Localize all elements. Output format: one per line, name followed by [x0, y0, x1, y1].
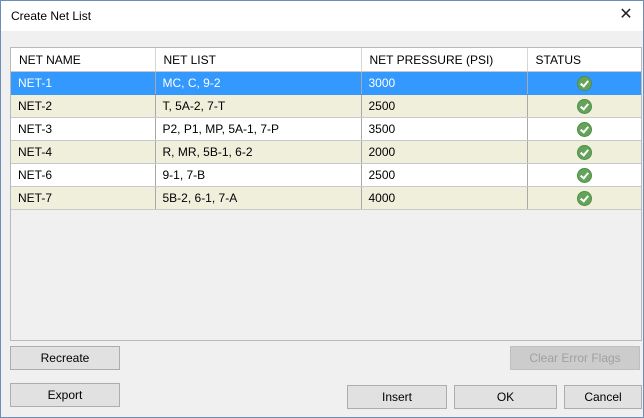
table-row[interactable]: NET-1 MC, C, 9-2 3000 — [11, 71, 641, 95]
close-icon[interactable]: ✕ — [615, 5, 637, 25]
cancel-button[interactable]: Cancel — [564, 385, 642, 409]
table-row[interactable]: NET-7 5B-2, 6-1, 7-A 4000 — [11, 186, 641, 210]
column-header-net-name[interactable]: NET NAME — [11, 48, 156, 72]
table-header-row: NET NAME NET LIST NET PRESSURE (PSI) STA… — [11, 48, 641, 72]
net-list-cell[interactable]: P2, P1, MP, 5A-1, 7-P — [155, 117, 362, 141]
check-circle-icon — [576, 121, 592, 137]
status-cell[interactable] — [527, 117, 641, 141]
net-name-cell[interactable]: NET-4 — [11, 140, 156, 164]
status-cell[interactable] — [527, 186, 641, 210]
net-list-cell[interactable]: R, MR, 5B-1, 6-2 — [155, 140, 362, 164]
ok-button[interactable]: OK — [454, 385, 557, 409]
clear-error-flags-button: Clear Error Flags — [510, 346, 640, 370]
net-pressure-cell[interactable]: 3500 — [361, 117, 528, 141]
net-list-cell[interactable]: 9-1, 7-B — [155, 163, 362, 187]
dialog-title: Create Net List — [11, 9, 92, 23]
net-name-cell[interactable]: NET-2 — [11, 94, 156, 118]
net-name-cell[interactable]: NET-3 — [11, 117, 156, 141]
net-pressure-cell[interactable]: 3000 — [361, 71, 528, 95]
net-pressure-cell[interactable]: 2500 — [361, 163, 528, 187]
net-pressure-cell[interactable]: 4000 — [361, 186, 528, 210]
net-name-cell[interactable]: NET-6 — [11, 163, 156, 187]
status-cell[interactable] — [527, 71, 641, 95]
check-circle-icon — [576, 190, 592, 206]
status-cell[interactable] — [527, 163, 641, 187]
net-table: NET NAME NET LIST NET PRESSURE (PSI) STA… — [11, 48, 641, 210]
export-button[interactable]: Export — [10, 383, 120, 407]
check-circle-icon — [576, 98, 592, 114]
create-net-list-dialog: Create Net List ✕ NET NAME NET LIST NET … — [0, 0, 644, 418]
net-name-cell[interactable]: NET-1 — [11, 71, 156, 95]
net-list-cell[interactable]: MC, C, 9-2 — [155, 71, 362, 95]
check-circle-icon — [576, 75, 592, 91]
column-header-status[interactable]: STATUS — [527, 48, 641, 72]
column-header-net-list[interactable]: NET LIST — [155, 48, 362, 72]
status-cell[interactable] — [527, 140, 641, 164]
insert-button[interactable]: Insert — [347, 385, 447, 409]
table-row[interactable]: NET-2 T, 5A-2, 7-T 2500 — [11, 94, 641, 118]
net-name-cell[interactable]: NET-7 — [11, 186, 156, 210]
table-row[interactable]: NET-6 9-1, 7-B 2500 — [11, 163, 641, 187]
net-pressure-cell[interactable]: 2000 — [361, 140, 528, 164]
column-header-net-pressure[interactable]: NET PRESSURE (PSI) — [361, 48, 528, 72]
check-circle-icon — [576, 167, 592, 183]
net-list-cell[interactable]: T, 5A-2, 7-T — [155, 94, 362, 118]
recreate-button[interactable]: Recreate — [10, 346, 120, 370]
title-bar: Create Net List ✕ — [1, 1, 643, 31]
net-list-cell[interactable]: 5B-2, 6-1, 7-A — [155, 186, 362, 210]
net-pressure-cell[interactable]: 2500 — [361, 94, 528, 118]
table-row[interactable]: NET-3 P2, P1, MP, 5A-1, 7-P 3500 — [11, 117, 641, 141]
table-row[interactable]: NET-4 R, MR, 5B-1, 6-2 2000 — [11, 140, 641, 164]
check-circle-icon — [576, 144, 592, 160]
net-list-grid: NET NAME NET LIST NET PRESSURE (PSI) STA… — [10, 47, 642, 341]
status-cell[interactable] — [527, 94, 641, 118]
